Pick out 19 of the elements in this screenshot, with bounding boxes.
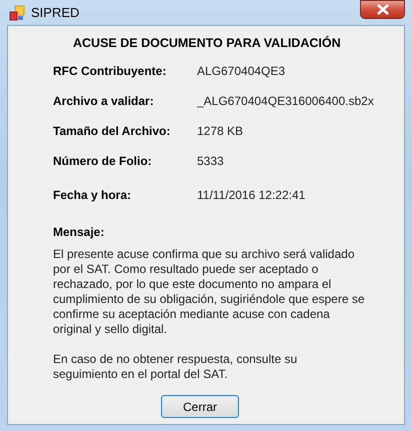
message-label: Mensaje: — [53, 225, 106, 239]
message-text: En caso de no obtener respuesta, consulte su seguimiento en el portal del SAT. — [53, 352, 298, 382]
field-label: Archivo a validar: — [53, 94, 155, 108]
field-value: ALG670404QE3 — [197, 64, 286, 78]
field-value: _ALG670404QE316006400.sb2x — [197, 94, 374, 108]
field-label: Número de Folio: — [53, 154, 153, 168]
field-label: Fecha y hora: — [53, 188, 132, 202]
field-label: RFC Contribuyente: — [53, 64, 168, 78]
dialog-heading: ACUSE DE DOCUMENTO PARA VALIDACIÓN — [72, 36, 342, 50]
field-value: 1278 KB — [197, 124, 244, 138]
window-title: SIPRED — [31, 5, 80, 20]
close-icon — [376, 4, 388, 15]
message-text: El presente acuse confirma que su archivo será validado por el SAT. Como resultado puede ser aceptado o rechazado, por lo que este documento no ampara el cumplimiento de su obligación, sugiriéndole que espere se confirme su aceptación mediante acuse con cadena original y sello digital. — [53, 247, 365, 337]
close-dialog-button[interactable]: Cerrar — [161, 395, 239, 418]
close-button[interactable] — [360, 0, 405, 19]
field-label: Tamaño del Archivo: — [53, 124, 172, 138]
app-icon — [9, 4, 25, 20]
field-value: 5333 — [197, 154, 224, 168]
field-value: 11/11/2016 12:22:41 — [197, 188, 306, 202]
